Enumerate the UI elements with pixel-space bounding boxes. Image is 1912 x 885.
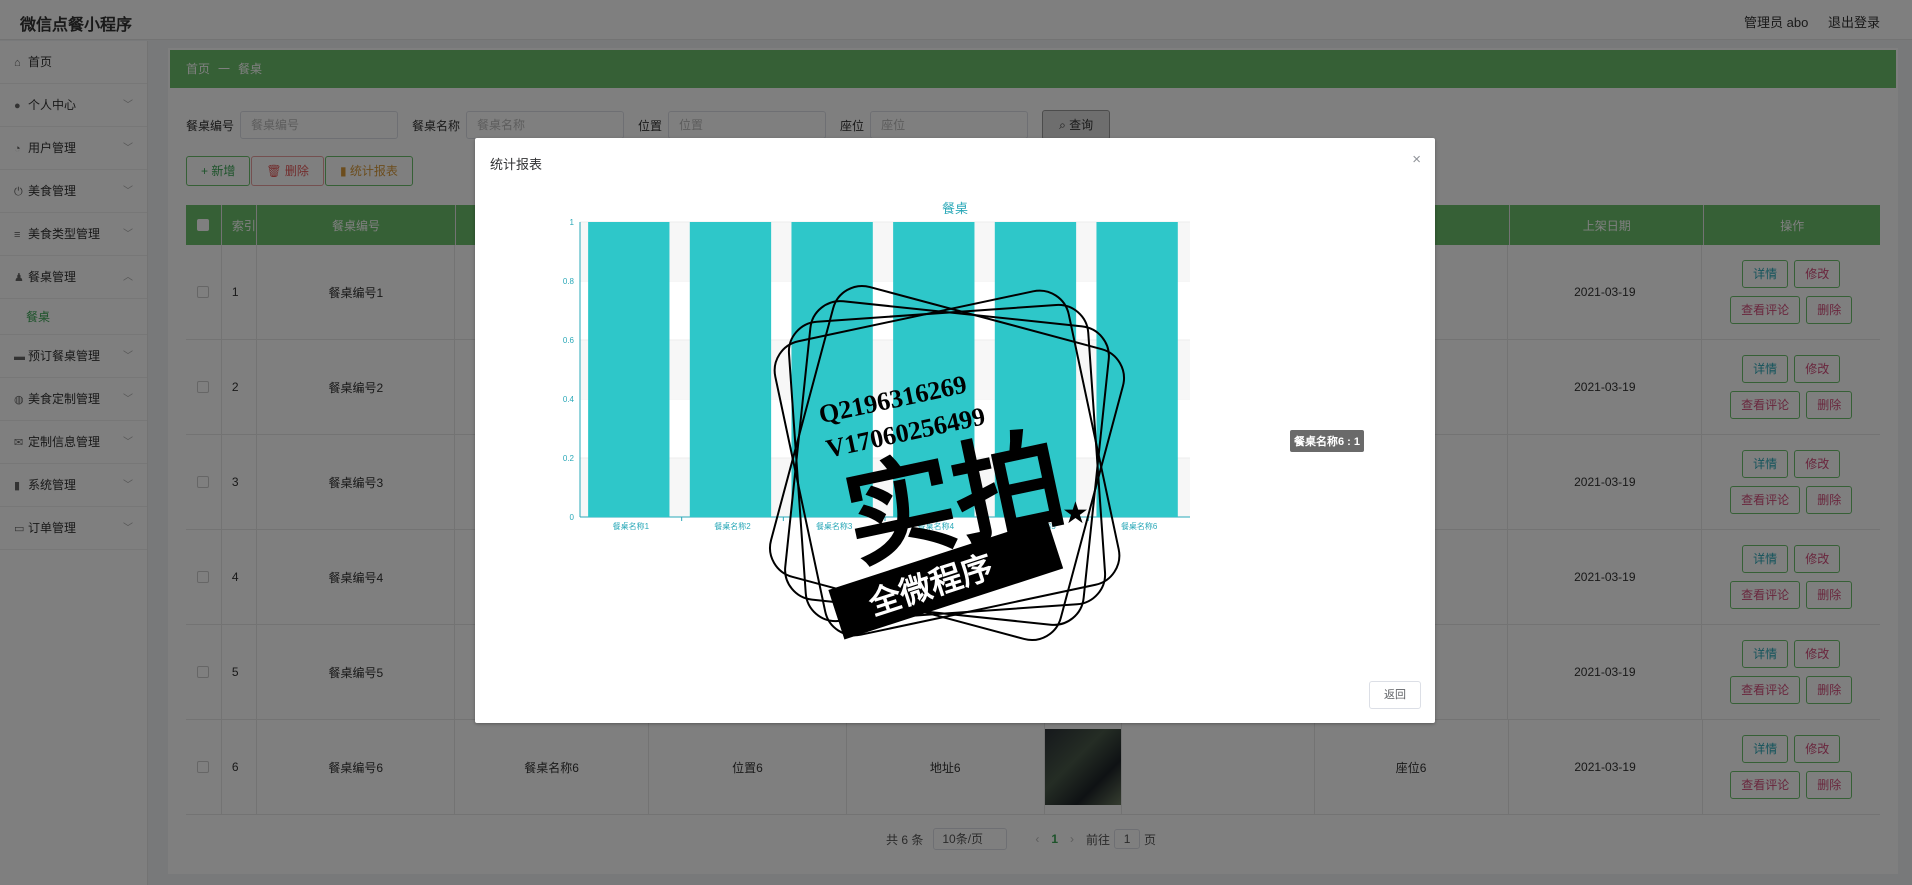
watermark-stamp: Q2196316269 V17060256499 实拍 全微程序 ★ ★ (769, 285, 1125, 641)
y-tick-label: 0.4 (563, 395, 575, 404)
chart-title: 餐桌 (942, 201, 968, 216)
stats-dialog: 统计报表 × 餐桌 0 0.2 0.4 0.6 0.8 1 餐桌名称1 餐桌名称2 餐桌名称3 餐桌… (475, 138, 1435, 723)
close-icon[interactable]: × (1412, 151, 1421, 168)
y-tick-label: 0.8 (563, 277, 575, 286)
y-tick-label: 1 (570, 218, 575, 227)
y-tick-label: 0.6 (563, 336, 575, 345)
y-tick-label: 0.2 (563, 454, 575, 463)
dialog-title: 统计报表 (490, 157, 543, 172)
chart-tooltip: 餐桌名称6 : 1 (1290, 430, 1365, 452)
bar (588, 222, 670, 517)
y-tick-label: 0 (570, 513, 575, 522)
star-icon: ★ (842, 602, 869, 635)
return-button[interactable]: 返回 (1369, 681, 1421, 709)
star-icon: ★ (1062, 497, 1089, 530)
x-tick-label: 餐桌名称1 (613, 521, 650, 531)
